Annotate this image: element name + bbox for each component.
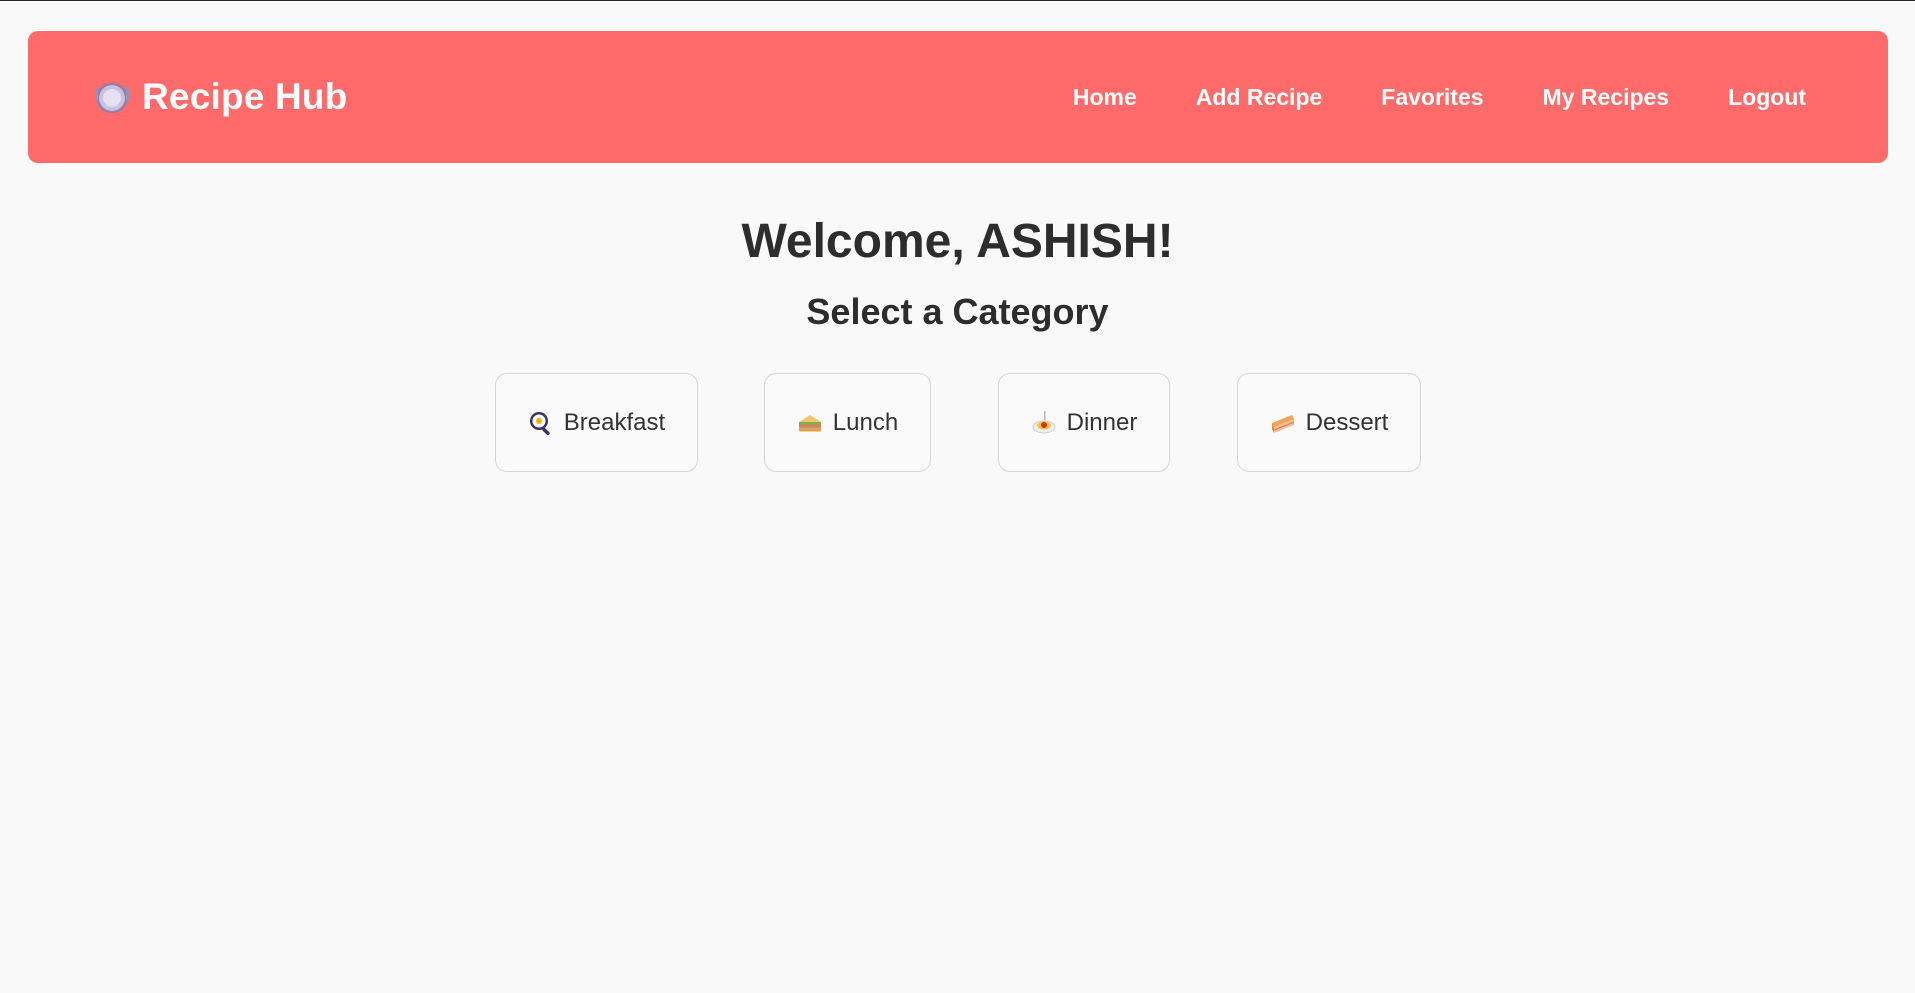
category-dinner-button[interactable]: Dinner [998, 373, 1170, 472]
navbar: Recipe Hub Home Add Recipe Favorites My … [28, 31, 1888, 163]
category-dessert-button[interactable]: Dessert [1237, 373, 1421, 472]
category-breakfast-button[interactable]: Breakfast [495, 373, 698, 472]
category-heading: Select a Category [806, 291, 1109, 332]
sandwich-icon [797, 410, 823, 436]
spaghetti-icon [1031, 410, 1057, 436]
nav-logout-link[interactable]: Logout [1728, 84, 1806, 111]
category-label: Dessert [1305, 408, 1389, 436]
category-label: Dinner [1066, 408, 1138, 436]
welcome-heading: Welcome, ASHISH! [741, 215, 1174, 268]
nav-links: Home Add Recipe Favorites My Recipes Log… [1073, 31, 1806, 163]
brand[interactable]: Recipe Hub [94, 31, 348, 163]
nav-home-link[interactable]: Home [1073, 84, 1137, 111]
nav-favorites-link[interactable]: Favorites [1381, 84, 1483, 111]
category-label: Lunch [832, 408, 899, 436]
frying-pan-icon [528, 410, 554, 436]
plate-icon [94, 79, 130, 115]
category-label: Breakfast [563, 408, 666, 436]
category-lunch-button[interactable]: Lunch [764, 373, 931, 472]
category-list: Breakfast Lunch Dinner Dessert [0, 373, 1915, 473]
nav-my-recipes-link[interactable]: My Recipes [1543, 84, 1670, 111]
brand-title: Recipe Hub [142, 76, 348, 117]
cake-slice-icon [1270, 410, 1296, 436]
window-top-border [0, 0, 1915, 1]
nav-add-recipe-link[interactable]: Add Recipe [1196, 84, 1323, 111]
